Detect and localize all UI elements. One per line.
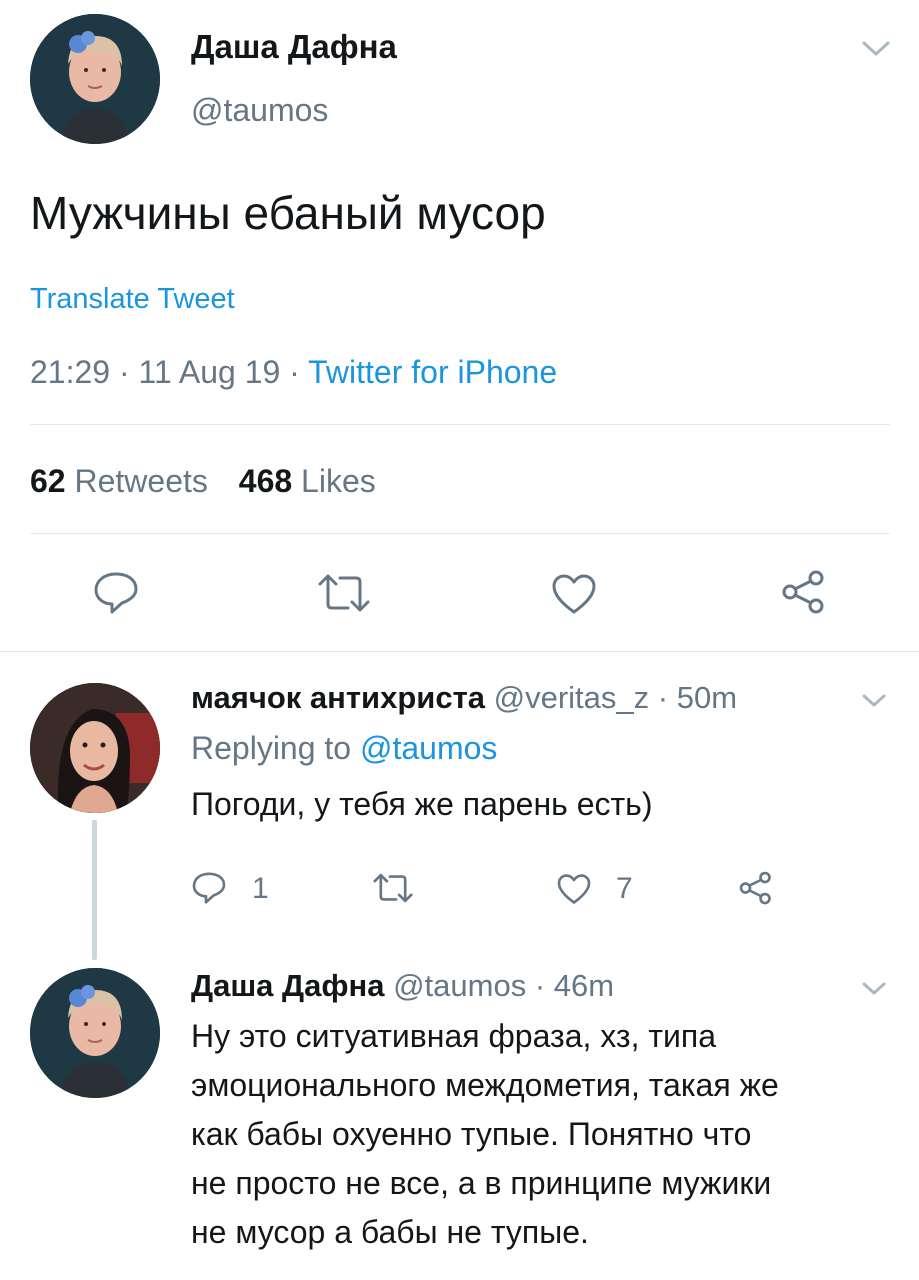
divider xyxy=(30,533,890,534)
chevron-down-icon[interactable] xyxy=(860,692,888,710)
reply-text-line: не мусор а бабы не тупые. xyxy=(191,1214,589,1250)
tweet-stats: 62 Retweets 468 Likes xyxy=(30,463,376,500)
tweet-date[interactable]: 11 Aug 19 xyxy=(139,354,281,390)
share-icon[interactable] xyxy=(780,568,828,616)
chevron-down-icon[interactable] xyxy=(860,980,888,998)
retweet-icon[interactable] xyxy=(314,572,374,614)
heart-icon[interactable] xyxy=(556,872,592,906)
reply-time[interactable]: · 46m xyxy=(535,968,614,1003)
reply-time[interactable]: · 50m xyxy=(658,680,737,715)
retweet-icon[interactable] xyxy=(370,872,416,904)
reply-text: Ну это ситуативная фраза, хз, типа эмоци… xyxy=(191,1012,779,1257)
reply-text-line: как бабы охуенно тупые. Понятно что xyxy=(191,1116,752,1152)
author-name[interactable]: Даша Дафна xyxy=(191,968,384,1003)
reply-text-line: не просто не все, а в принципе мужики xyxy=(191,1165,772,1201)
reply-icon[interactable] xyxy=(191,870,227,906)
likes-stat[interactable]: 468 Likes xyxy=(239,463,376,499)
avatar[interactable] xyxy=(30,968,160,1098)
replying-to: Replying to @taumos xyxy=(191,730,497,767)
tweet-meta: 21:29 · 11 Aug 19 · Twitter for iPhone xyxy=(30,354,557,391)
avatar[interactable] xyxy=(30,683,160,813)
retweets-label: Retweets xyxy=(74,463,208,499)
replying-to-handle[interactable]: @taumos xyxy=(360,730,497,766)
retweets-stat[interactable]: 62 Retweets xyxy=(30,463,217,499)
reply-text-line: эмоционального междометия, такая же xyxy=(191,1067,779,1103)
reply-header: Даша Дафна @taumos · 46m xyxy=(191,968,614,1004)
reply-count: 1 xyxy=(252,872,269,905)
tweet-text: Мужчины ебаный мусор xyxy=(30,187,546,239)
like-count: 7 xyxy=(616,872,633,905)
author-handle[interactable]: @taumos xyxy=(393,968,526,1003)
meta-separator: · xyxy=(289,354,300,390)
reply-text: Погоди, у тебя же парень есть) xyxy=(191,786,653,822)
meta-separator: · xyxy=(118,354,130,390)
author-name[interactable]: маячок антихриста xyxy=(191,680,485,715)
reply-icon[interactable] xyxy=(92,570,140,616)
divider xyxy=(0,651,919,652)
tweet-time: 21:29 xyxy=(30,354,111,390)
tweet-source[interactable]: Twitter for iPhone xyxy=(308,354,557,390)
thread-line xyxy=(92,820,97,960)
likes-count: 468 xyxy=(238,463,293,499)
author-handle[interactable]: @taumos xyxy=(191,92,328,129)
retweets-count: 62 xyxy=(30,463,66,499)
divider xyxy=(30,424,890,425)
share-icon[interactable] xyxy=(738,870,774,906)
reply-text-line: Ну это ситуативная фраза, хз, типа xyxy=(191,1018,717,1054)
author-handle[interactable]: @veritas_z xyxy=(494,680,650,715)
translate-link[interactable]: Translate Tweet xyxy=(30,283,235,316)
heart-icon[interactable] xyxy=(550,572,598,616)
reply-header: маячок антихриста @veritas_z · 50m xyxy=(191,680,737,716)
likes-label: Likes xyxy=(301,463,376,499)
replying-to-label: Replying to xyxy=(191,730,352,766)
chevron-down-icon[interactable] xyxy=(860,38,892,60)
avatar[interactable] xyxy=(30,14,160,144)
author-name[interactable]: Даша Дафна xyxy=(191,28,397,66)
